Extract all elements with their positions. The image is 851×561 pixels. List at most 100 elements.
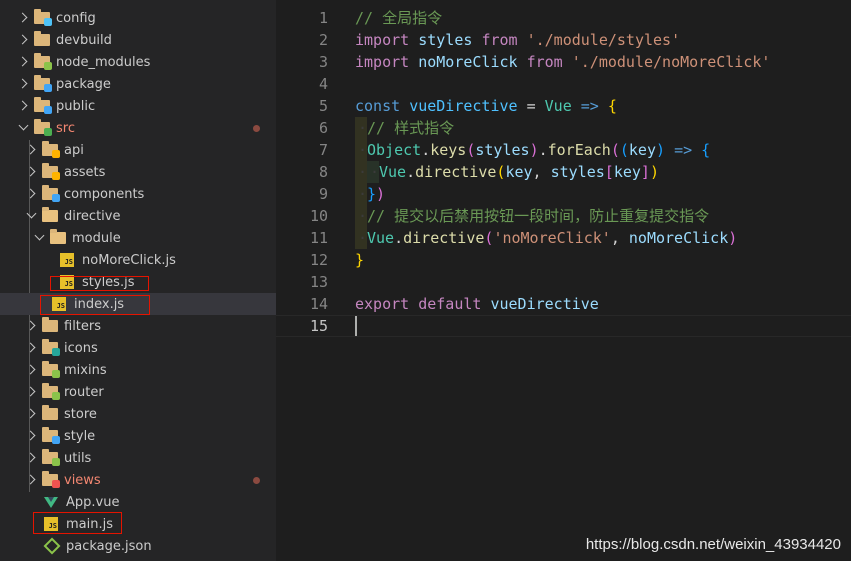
tree-item-mixins[interactable]: mixins <box>0 359 276 381</box>
tree-item-nomoreclick-js[interactable]: JS noMoreClick.js <box>0 249 276 271</box>
tree-item-icons[interactable]: icons <box>0 337 276 359</box>
code-token: => <box>580 97 599 115</box>
tree-item-filters[interactable]: filters <box>0 315 276 337</box>
code-line[interactable]: 11 Vue.directive('noMoreClick', noMoreCli… <box>276 227 851 249</box>
code-line[interactable]: 15 <box>276 315 851 337</box>
code-token: './module/noMoreClick' <box>571 53 771 71</box>
chevron-right-icon[interactable] <box>26 387 36 397</box>
code-token: , <box>610 229 629 247</box>
tree-item-router[interactable]: router <box>0 381 276 403</box>
folder-public-icon <box>34 97 52 114</box>
chevron-right-icon[interactable] <box>26 321 36 331</box>
code-line[interactable]: 8 Vue.directive(key, styles[key]) <box>276 161 851 183</box>
code-line[interactable]: 9}) <box>276 183 851 205</box>
chevron-right-icon[interactable] <box>26 431 36 441</box>
code-line[interactable]: 3 import noMoreClick from './module/noMor… <box>276 51 851 73</box>
code-line[interactable]: 10 // 提交以后禁用按钮一段时间，防止重复提交指令 <box>276 205 851 227</box>
tree-item-package-json[interactable]: package.json <box>0 535 276 557</box>
tree-item-src[interactable]: src <box>0 117 276 139</box>
chevron-right-icon[interactable] <box>26 453 36 463</box>
code-line[interactable]: 12} <box>276 249 851 271</box>
chevron-right-icon[interactable] <box>18 13 28 23</box>
code-line[interactable]: 1 // 全局指令 <box>276 7 851 29</box>
line-number: 8 <box>318 163 328 181</box>
folder-open-icon <box>50 229 66 246</box>
code-token: keys <box>430 141 467 159</box>
indent-guide <box>355 227 367 249</box>
tree-item-styles-js[interactable]: JS styles.js <box>0 271 276 293</box>
tree-item-style[interactable]: style <box>0 425 276 447</box>
chevron-right-icon[interactable] <box>18 35 28 45</box>
chevron-right-icon[interactable] <box>26 189 36 199</box>
line-number: 4 <box>318 75 328 93</box>
code-line[interactable]: 13 <box>276 271 851 293</box>
tree-item-public[interactable]: public <box>0 95 276 117</box>
js-file-icon: JS <box>60 252 76 268</box>
code-token: import <box>355 53 410 71</box>
tree-item-views[interactable]: views <box>0 469 276 491</box>
tree-item-utils[interactable]: utils <box>0 447 276 469</box>
code-token: directive <box>415 163 497 181</box>
tree-item-label: noMoreClick.js <box>82 252 176 268</box>
tree-item-label: icons <box>64 340 98 356</box>
code-line[interactable]: 14 export default vueDirective <box>276 293 851 315</box>
tree-item-app-vue[interactable]: App.vue <box>0 491 276 513</box>
tree-item-node-modules[interactable]: node_modules <box>0 51 276 73</box>
tree-item-label: mixins <box>64 362 107 378</box>
code-line[interactable]: 6 // 样式指令 <box>276 117 851 139</box>
tree-item-label: index.js <box>74 296 125 312</box>
chevron-right-icon[interactable] <box>26 145 36 155</box>
tree-item-store[interactable]: store <box>0 403 276 425</box>
chevron-down-icon[interactable] <box>34 233 44 243</box>
folder-src-icon <box>34 119 52 136</box>
tree-item-components[interactable]: components <box>0 183 276 205</box>
line-number: 6 <box>318 119 328 137</box>
code-token: const <box>355 97 401 115</box>
chevron-right-icon[interactable] <box>18 101 28 111</box>
code-token: } <box>367 185 377 203</box>
tree-item-assets[interactable]: assets <box>0 161 276 183</box>
tree-item-label: utils <box>64 450 92 466</box>
code-line[interactable]: 4 <box>276 73 851 95</box>
code-editor[interactable]: 1 // 全局指令 2 import styles from './module/st… <box>276 0 851 561</box>
chevron-right-icon[interactable] <box>26 167 36 177</box>
line-number: 10 <box>309 207 328 225</box>
tree-item-label: public <box>56 98 96 114</box>
code-token: // 全局指令 <box>355 9 443 27</box>
tree-item-label: module <box>72 230 121 246</box>
tree-item-index-js[interactable]: JS index.js <box>0 293 276 315</box>
chevron-right-icon[interactable] <box>26 475 36 485</box>
tree-item-module[interactable]: module <box>0 227 276 249</box>
tree-item-directive[interactable]: directive <box>0 205 276 227</box>
code-token: from <box>481 31 518 49</box>
chevron-down-icon[interactable] <box>26 211 36 221</box>
chevron-right-icon[interactable] <box>26 343 36 353</box>
code-text: import styles from './module/styles' <box>355 29 680 51</box>
chevron-right-icon[interactable] <box>26 365 36 375</box>
code-line[interactable]: 7Object.keys(styles).forEach((key) => { <box>276 139 851 161</box>
code-text: } <box>355 249 364 271</box>
code-token: ( <box>610 141 620 159</box>
tree-item-devbuild[interactable]: devbuild <box>0 29 276 51</box>
code-line[interactable]: 5 const vueDirective = Vue => { <box>276 95 851 117</box>
tree-item-package[interactable]: package <box>0 73 276 95</box>
chevron-right-icon[interactable] <box>18 79 28 89</box>
watermark-text: https://blog.csdn.net/weixin_43934420 <box>585 536 841 553</box>
tree-item-config[interactable]: config <box>0 7 276 29</box>
code-token: . <box>394 229 404 247</box>
code-token: . <box>538 141 548 159</box>
js-file-icon: JS <box>52 296 68 312</box>
code-token: styles <box>550 163 605 181</box>
code-token: ( <box>619 141 629 159</box>
code-line[interactable]: 2 import styles from './module/styles' <box>276 29 851 51</box>
indent-guide <box>355 205 367 227</box>
chevron-right-icon[interactable] <box>18 57 28 67</box>
tree-item-main-js[interactable]: JS main.js <box>0 513 276 535</box>
tree-item-label: filters <box>64 318 102 334</box>
tree-item-api[interactable]: api <box>0 139 276 161</box>
chevron-down-icon[interactable] <box>18 123 28 133</box>
chevron-right-icon[interactable] <box>26 409 36 419</box>
